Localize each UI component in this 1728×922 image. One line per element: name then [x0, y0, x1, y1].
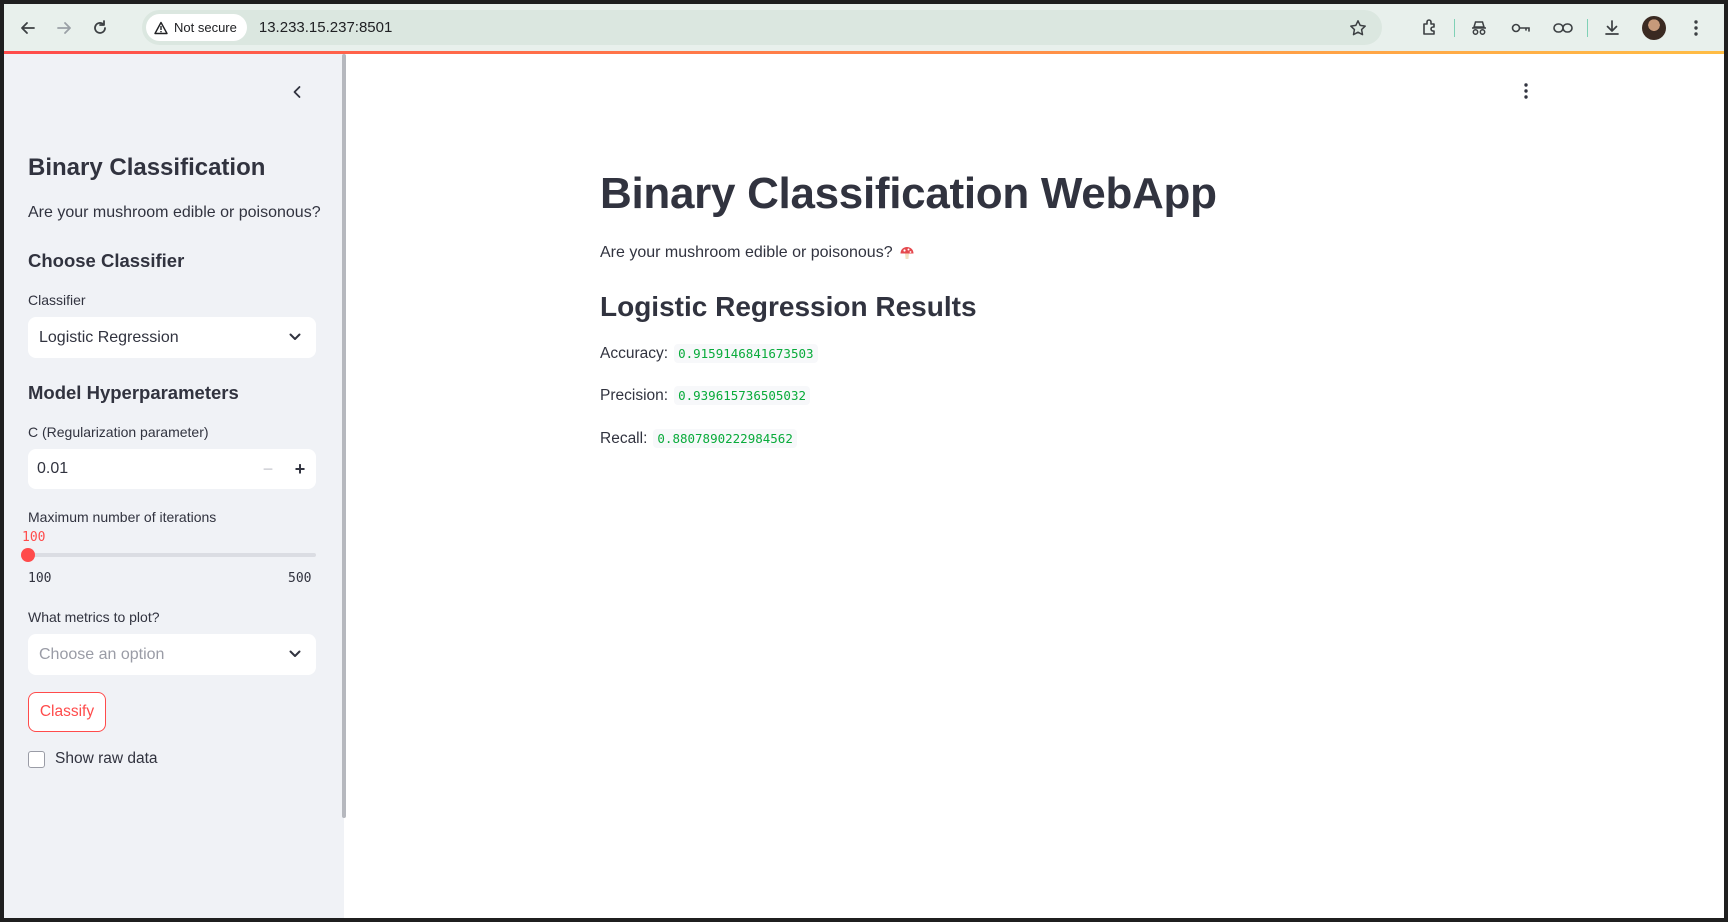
choose-classifier-heading: Choose Classifier — [28, 250, 185, 271]
download-icon[interactable] — [1594, 10, 1630, 46]
metric-label: Recall: — [600, 429, 648, 447]
extensions-icon[interactable] — [1412, 10, 1448, 46]
model-hyperparameters-heading: Model Hyperparameters — [28, 382, 239, 403]
show-raw-data-checkbox-row[interactable]: Show raw data — [28, 750, 158, 768]
mushroom-icon — [900, 247, 914, 259]
chevron-down-icon — [289, 333, 301, 340]
page-subtitle-text: Are your mushroom edible or poisonous? — [600, 244, 893, 261]
c-parameter-value[interactable]: 0.01 — [28, 460, 252, 478]
profile-avatar[interactable] — [1636, 10, 1672, 46]
metric-precision: Precision: 0.939615736505032 — [600, 386, 810, 405]
forward-icon[interactable] — [46, 10, 82, 46]
chevron-left-icon — [293, 86, 301, 98]
main-content: Binary Classification WebApp Are your mu… — [346, 54, 1724, 918]
back-icon[interactable] — [10, 10, 46, 46]
sidebar-subtitle: Are your mushroom edible or poisonous? — [28, 204, 321, 221]
chevron-down-icon — [289, 650, 301, 657]
toolbar-separator — [1587, 18, 1588, 37]
c-parameter-label: C (Regularization parameter) — [28, 424, 209, 440]
avatar — [1642, 15, 1666, 40]
browser-menu-icon[interactable] — [1678, 10, 1714, 46]
reload-icon[interactable] — [82, 10, 118, 46]
results-heading: Logistic Regression Results — [600, 291, 977, 322]
link-icon[interactable] — [1545, 10, 1581, 46]
slider-thumb[interactable] — [21, 548, 35, 562]
slider-max-label: 500 — [288, 571, 312, 586]
metric-accuracy: Accuracy: 0.9159146841673503 — [600, 344, 818, 363]
metric-label: Precision: — [600, 386, 669, 404]
metrics-multiselect[interactable]: Choose an option — [28, 634, 316, 675]
security-label: Not secure — [174, 20, 237, 35]
key-icon[interactable] — [1503, 10, 1539, 46]
metric-value: 0.9159146841673503 — [674, 344, 818, 363]
classifier-label: Classifier — [28, 292, 86, 308]
max-iterations-slider-track[interactable] — [28, 553, 316, 557]
address-bar[interactable]: Not secure 13.233.15.237:8501 — [142, 10, 1382, 45]
decrement-button[interactable]: − — [252, 449, 284, 489]
security-chip[interactable]: Not secure — [146, 14, 247, 41]
slider-current-value: 100 — [22, 530, 46, 545]
toolbar-separator — [1454, 18, 1455, 37]
metric-label: Accuracy: — [600, 344, 669, 362]
classifier-select[interactable]: Logistic Regression — [28, 317, 316, 358]
incognito-extension-icon[interactable] — [1461, 10, 1497, 46]
page-subtitle: Are your mushroom edible or poisonous? — [600, 244, 915, 262]
classifier-selected-value: Logistic Regression — [39, 328, 179, 346]
sidebar-title: Binary Classification — [28, 154, 266, 181]
browser-toolbar: Not secure 13.233.15.237:8501 — [4, 4, 1724, 51]
metrics-to-plot-label: What metrics to plot? — [28, 609, 160, 625]
show-raw-data-label[interactable]: Show raw data — [55, 750, 158, 768]
max-iterations-label: Maximum number of iterations — [28, 509, 217, 525]
metric-value: 0.939615736505032 — [674, 386, 810, 405]
metric-recall: Recall: 0.8807890222984562 — [600, 429, 797, 448]
page-title: Binary Classification WebApp — [600, 169, 1217, 218]
bookmark-star-icon[interactable] — [1346, 16, 1370, 40]
metric-value: 0.8807890222984562 — [653, 429, 797, 448]
show-raw-data-checkbox[interactable] — [28, 750, 45, 768]
c-parameter-input[interactable]: 0.01 − + — [28, 449, 316, 489]
collapse-sidebar-button[interactable] — [286, 81, 308, 103]
metrics-placeholder: Choose an option — [39, 645, 165, 663]
slider-min-label: 100 — [28, 571, 52, 586]
browser-window: Not secure 13.233.15.237:8501 Binary Cla… — [4, 4, 1724, 918]
warning-icon — [154, 21, 168, 34]
sidebar: Binary Classification Are your mushroom … — [4, 54, 344, 918]
app-menu-icon[interactable] — [1514, 79, 1538, 103]
url-text[interactable]: 13.233.15.237:8501 — [259, 19, 392, 36]
classify-button[interactable]: Classify — [28, 692, 106, 732]
increment-button[interactable]: + — [284, 449, 316, 489]
